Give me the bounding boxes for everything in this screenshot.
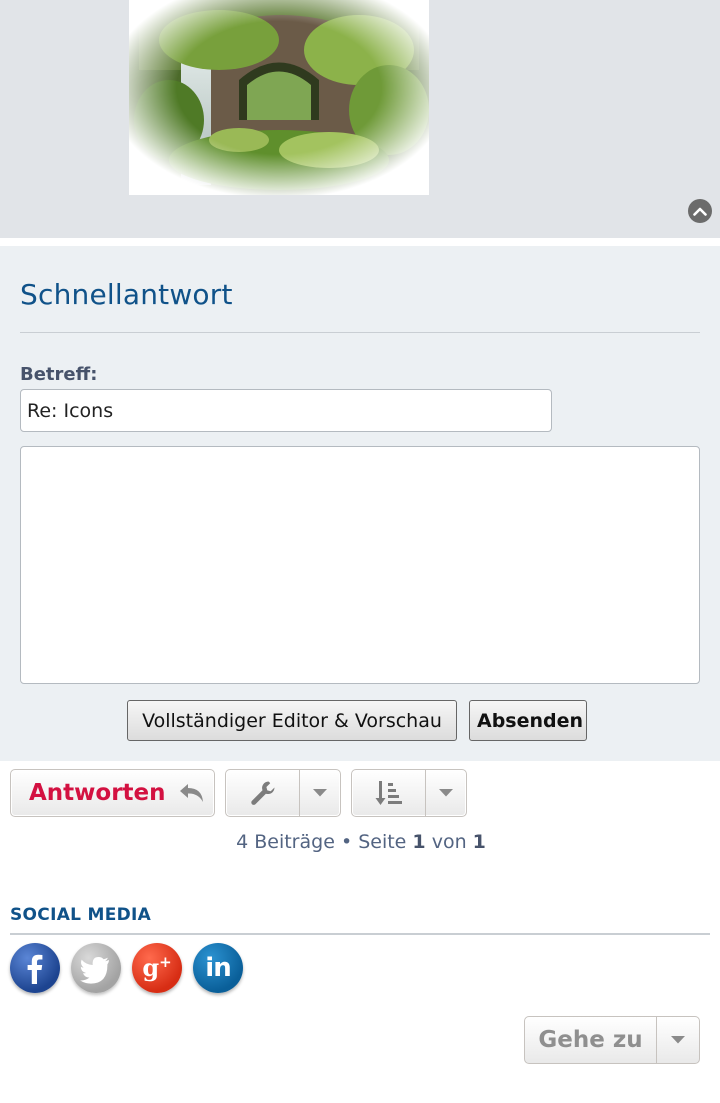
twitter-icon[interactable] <box>71 943 121 993</box>
sort-options-button[interactable] <box>351 769 467 817</box>
reply-button[interactable]: Antworten <box>10 769 215 817</box>
post-area <box>0 0 720 238</box>
social-media-title: SOCIAL MEDIA <box>10 905 152 925</box>
subject-label: Betreff: <box>20 364 98 385</box>
message-textarea[interactable] <box>20 446 700 684</box>
caret-down-icon <box>439 789 453 797</box>
title-divider <box>20 332 700 333</box>
waterfall-arch-image <box>129 0 429 195</box>
page-word: Seite <box>358 831 407 853</box>
caret-down-icon <box>313 789 327 797</box>
separator-dot: • <box>340 831 353 853</box>
of-word: von <box>431 831 467 853</box>
reply-arrow-icon <box>178 782 206 804</box>
quick-reply-title: Schnellantwort <box>20 278 233 311</box>
wrench-icon <box>250 781 275 805</box>
post-count: 4 Beiträge <box>236 831 335 853</box>
google-plus-icon[interactable]: g+ <box>132 943 182 993</box>
signature-image <box>129 0 429 195</box>
sort-icon <box>375 781 402 805</box>
caret-down-icon <box>671 1036 685 1044</box>
jump-to-button[interactable]: Gehe zu <box>524 1016 700 1064</box>
quick-reply-panel: Schnellantwort Betreff: Vollständiger Ed… <box>0 246 720 761</box>
full-editor-preview-button[interactable]: Vollständiger Editor & Vorschau <box>127 700 457 741</box>
total-pages: 1 <box>472 831 486 853</box>
chevron-up-icon <box>693 207 707 216</box>
reply-label: Antworten <box>29 780 166 806</box>
submit-button[interactable]: Absenden <box>469 700 587 741</box>
subject-input[interactable] <box>20 389 552 432</box>
current-page: 1 <box>412 831 426 853</box>
back-to-top-button[interactable] <box>688 199 712 223</box>
facebook-icon[interactable] <box>10 943 60 993</box>
pagination-summary: 4 Beiträge • Seite 1 von 1 <box>0 831 720 853</box>
linkedin-icon[interactable]: in <box>193 943 243 993</box>
jump-to-label: Gehe zu <box>525 1017 657 1063</box>
social-divider <box>10 933 710 935</box>
topic-tools-button[interactable] <box>225 769 341 817</box>
